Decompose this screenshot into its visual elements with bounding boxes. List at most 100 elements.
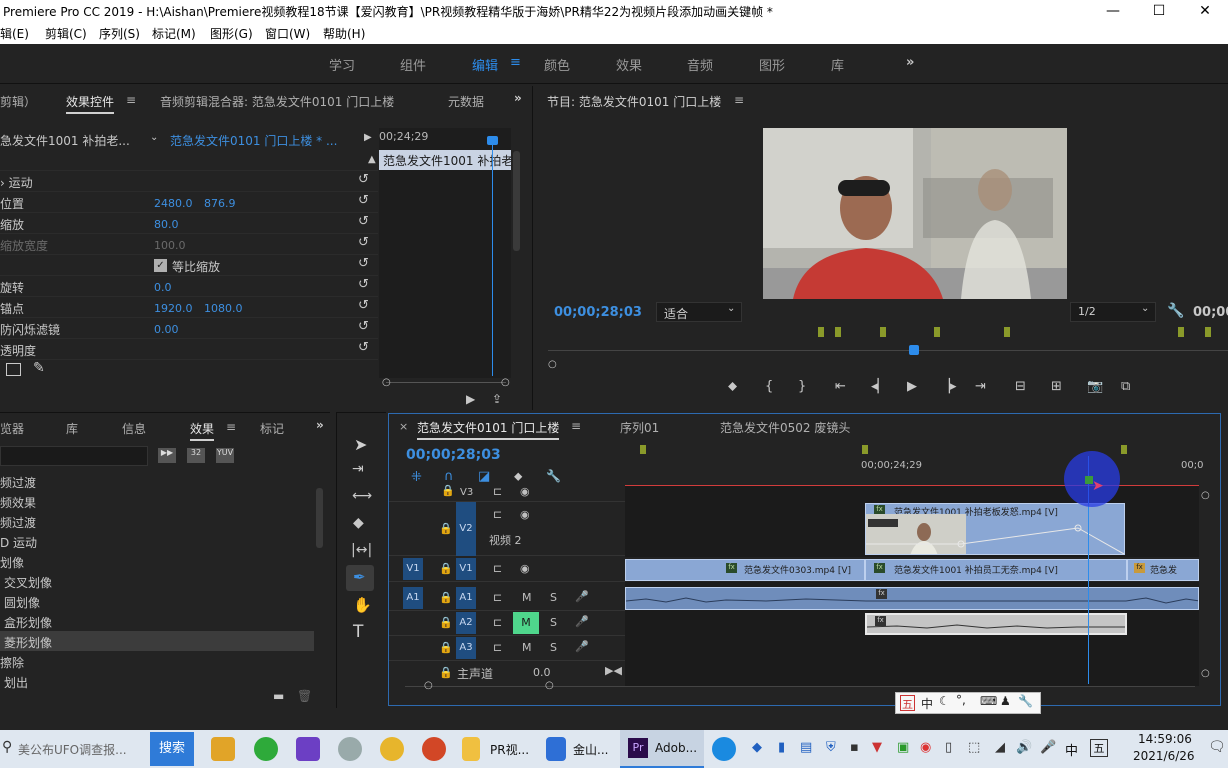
mini-playhead-handle[interactable] (487, 136, 498, 145)
marker[interactable] (835, 327, 841, 337)
wifi-icon[interactable]: ◢ (995, 740, 1005, 755)
tree-item[interactable]: 擦除 (0, 651, 314, 671)
tab-markers[interactable]: 标记 (260, 420, 284, 437)
user-icon[interactable]: ♟ (1000, 694, 1011, 708)
workspace-more-icon[interactable]: » (906, 55, 914, 70)
tab-sequence-active[interactable]: 范急发文件0101 门口上楼 (417, 419, 560, 440)
menu-edit[interactable]: 辑(E) (0, 25, 29, 42)
kingsoft-icon[interactable] (546, 737, 566, 761)
snap-icon[interactable]: ⁜ (411, 470, 422, 485)
clip-v1-c[interactable]: fx 范急发 (1127, 559, 1199, 581)
menu-help[interactable]: 帮助(H) (323, 25, 365, 42)
workspace-editing[interactable]: 编辑 (472, 55, 498, 74)
effect-mini-timeline[interactable]: 00;24;29 范急发文件1001 补拍老 (379, 128, 511, 378)
minimize-button[interactable]: — (1090, 0, 1136, 22)
tree-item-selected[interactable]: 菱形划像 (0, 631, 314, 651)
scrollbar[interactable] (513, 151, 520, 251)
scale-value[interactable]: 80.0 (154, 218, 179, 231)
tab-menu-icon[interactable]: ≡ (571, 419, 581, 433)
pen-mask-icon[interactable]: ✎ (33, 360, 45, 376)
solo-button[interactable]: S (550, 616, 557, 629)
marker[interactable] (1004, 327, 1010, 337)
taskbar-premiere-item[interactable]: Pr Adob... (620, 730, 704, 768)
linked-selection-icon[interactable]: ∩ (444, 469, 454, 484)
reset-icon[interactable]: ↺ (358, 172, 369, 187)
powerpoint-icon[interactable] (422, 737, 446, 761)
visual-studio-icon[interactable] (296, 737, 320, 761)
tree-item[interactable]: 圆划像 (4, 591, 314, 611)
clip-v1-a[interactable]: fx 范急发文件0303.mp4 [V] (625, 559, 865, 581)
zoom-handle-right[interactable]: ○ (545, 680, 554, 691)
volume-icon[interactable]: 🔊 (1016, 740, 1032, 755)
taskbar-search-button[interactable]: 搜索 (150, 732, 194, 766)
play-icon[interactable]: ▶ (907, 379, 917, 394)
tray-icon[interactable]: ▯ (945, 740, 952, 755)
close-button[interactable]: ✕ (1182, 0, 1228, 22)
lock-icon[interactable]: 🔒 (439, 591, 453, 604)
clip-a1[interactable]: fx (625, 587, 1199, 610)
track-target-v1[interactable]: V1 (456, 558, 476, 580)
hand-tool-icon[interactable]: ✋ (353, 596, 372, 614)
expand-arrow-icon[interactable]: › (0, 176, 5, 190)
clock-date[interactable]: 2021/6/26 (1133, 749, 1195, 763)
ime-language[interactable]: 中 (1065, 740, 1078, 759)
yuv-effects-icon[interactable]: YUV (216, 448, 234, 463)
source-patch-a1[interactable]: A1 (403, 587, 423, 609)
step-forward-icon[interactable]: ▕▸ (940, 379, 957, 394)
tab-libraries[interactable]: 库 (66, 420, 78, 437)
go-to-end-icon[interactable]: ▶◀ (605, 664, 622, 677)
workspace-menu-icon[interactable]: ≡ (510, 55, 521, 70)
marker[interactable] (818, 327, 824, 337)
anchor-y-value[interactable]: 1080.0 (204, 302, 243, 315)
go-to-in-icon[interactable]: ⇤ (835, 379, 846, 394)
lift-icon[interactable]: ⊟ (1015, 379, 1026, 394)
lock-icon[interactable]: 🔒 (439, 666, 453, 679)
tray-icon[interactable]: ◆ (752, 740, 762, 755)
tree-item[interactable]: 划像 (0, 551, 314, 571)
marker[interactable] (640, 445, 646, 454)
lock-icon[interactable]: 🔒 (439, 562, 453, 575)
reset-icon[interactable]: ↺ (358, 277, 369, 292)
taskbar-app-label[interactable]: 金山... (573, 741, 608, 758)
collapse-icon[interactable]: ▲ (368, 154, 376, 165)
sync-lock-icon[interactable]: ⊏ (493, 641, 502, 654)
program-playhead[interactable] (909, 345, 919, 355)
type-tool-icon[interactable]: T (353, 622, 363, 642)
folder-icon[interactable] (462, 737, 480, 761)
go-to-out-icon[interactable]: ⇥ (975, 379, 986, 394)
resolution-dropdown[interactable]: 1/2 ⌄ (1070, 302, 1156, 322)
track-area[interactable]: fx 范急发文件1001 补拍老板发怒.mp4 [V] fx 范急发文件0303… (625, 451, 1199, 686)
workspace-assembly[interactable]: 组件 (400, 55, 426, 74)
scroll-handle[interactable]: ○ (1201, 490, 1210, 501)
eye-icon[interactable]: ◉ (520, 485, 530, 498)
keyboard-icon[interactable]: ⌨ (980, 694, 997, 708)
shield-icon[interactable]: ⛨ (826, 740, 836, 755)
settings-icon[interactable]: 🔧 (1018, 694, 1033, 708)
position-x-value[interactable]: 2480.0 (154, 197, 193, 210)
razor-tool-icon[interactable]: ◆ (353, 515, 364, 531)
marker[interactable] (1205, 327, 1211, 337)
antivirus-icon[interactable]: ▼ (872, 740, 882, 755)
media-player-icon[interactable] (211, 737, 235, 761)
menu-sequence[interactable]: 序列(S) (99, 25, 140, 42)
track-target-v2[interactable]: V2 (456, 502, 476, 556)
workspace-effects[interactable]: 效果 (616, 55, 642, 74)
add-marker-icon[interactable]: ⬥ (514, 469, 522, 484)
track-target-a3[interactable]: A3 (456, 637, 476, 659)
track-target-a1[interactable]: A1 (456, 587, 476, 609)
microphone-icon[interactable]: 🎤 (575, 640, 589, 653)
vertical-scrollbar[interactable]: ○ ○ (1201, 486, 1211, 686)
fit-dropdown[interactable]: 适合 ⌄ (656, 302, 742, 322)
track-select-tool-icon[interactable]: ⇥ (352, 461, 364, 477)
mute-button[interactable]: M (522, 641, 532, 654)
marker[interactable] (862, 445, 868, 454)
mute-button-active[interactable]: M (513, 612, 539, 634)
play-only-icon[interactable]: ▶ (364, 132, 372, 143)
microphone-icon[interactable]: 🎤 (1040, 740, 1056, 755)
source-patch-v1[interactable]: V1 (403, 558, 423, 580)
tray-icon[interactable]: ▣ (897, 740, 909, 755)
taskbar-search-input[interactable]: 美公布UFO调查报... (18, 741, 127, 758)
ime-language[interactable]: 中 (921, 695, 933, 712)
sync-lock-icon[interactable]: ⊏ (493, 562, 502, 575)
position-y-value[interactable]: 876.9 (204, 197, 236, 210)
